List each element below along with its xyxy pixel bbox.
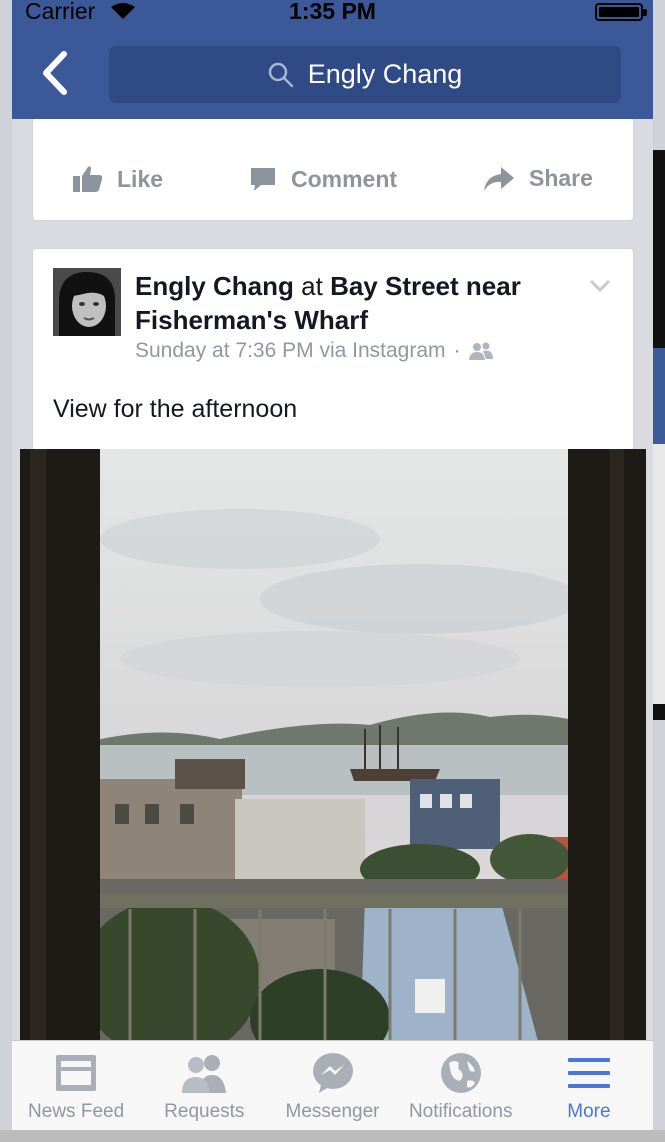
like-label: Like [117, 165, 164, 192]
friends-icon [468, 342, 493, 360]
post-header: Engly Chang at Bay Street near Fisherman… [135, 269, 575, 337]
avatar[interactable] [53, 268, 121, 336]
tab-label: Notifications [408, 1101, 513, 1122]
author-name[interactable]: Engly Chang [135, 271, 294, 301]
share-arrow-icon [484, 166, 514, 191]
tab-label: Messenger [285, 1101, 380, 1122]
globe-icon [440, 1053, 481, 1093]
share-button[interactable]: Share [483, 165, 593, 192]
tab-notifications[interactable]: Notifications [397, 1041, 525, 1130]
nav-bar: Engly Chang [12, 26, 653, 119]
search-icon [268, 62, 293, 87]
comment-icon [251, 168, 275, 191]
requests-icon [182, 1055, 227, 1093]
post-card: Engly Chang at Bay Street near Fisherman… [33, 249, 633, 459]
tab-messenger[interactable]: Messenger [268, 1041, 396, 1130]
previous-post-action-bar: Like Comment Share [33, 112, 633, 220]
news-feed-icon [56, 1055, 97, 1091]
chevron-down-icon[interactable] [589, 279, 611, 293]
search-query: Engly Chang [307, 59, 463, 89]
background-window-edge [652, 150, 665, 720]
like-button[interactable]: Like [73, 165, 163, 193]
window-bottom-edge [0, 1130, 665, 1142]
battery-icon [595, 3, 647, 21]
at-word: at [301, 271, 323, 301]
post-text: View for the afternoon [53, 395, 298, 423]
tab-label: News Feed [28, 1101, 125, 1122]
comment-button[interactable]: Comment [249, 165, 397, 193]
menu-icon [567, 1058, 610, 1088]
thumbs-up-icon [73, 166, 103, 192]
tab-news-feed[interactable]: News Feed [12, 1041, 140, 1130]
messenger-icon [312, 1053, 353, 1093]
status-time: 1:35 PM [289, 0, 376, 24]
post-timestamp[interactable]: Sunday at 7:36 PM via Instagram [135, 339, 446, 363]
post-photo[interactable] [20, 449, 646, 1049]
phone-screen: Like Comment Share Engly Chang at Bay St… [12, 0, 653, 1142]
back-chevron-icon[interactable] [36, 50, 76, 96]
tab-more[interactable]: More [525, 1041, 653, 1130]
comment-label: Comment [291, 165, 398, 192]
post-meta: Sunday at 7:36 PM via Instagram · [135, 339, 493, 363]
status-bar: Carrier 1:35 PM [12, 0, 653, 26]
share-label: Share [529, 165, 593, 191]
search-input[interactable]: Engly Chang [109, 46, 621, 103]
tab-label: More [567, 1101, 611, 1122]
tab-bar: News Feed Requests Messenger Notificatio… [12, 1040, 653, 1130]
tab-label: Requests [164, 1101, 245, 1122]
tab-requests[interactable]: Requests [140, 1041, 268, 1130]
meta-separator: · [453, 339, 461, 362]
